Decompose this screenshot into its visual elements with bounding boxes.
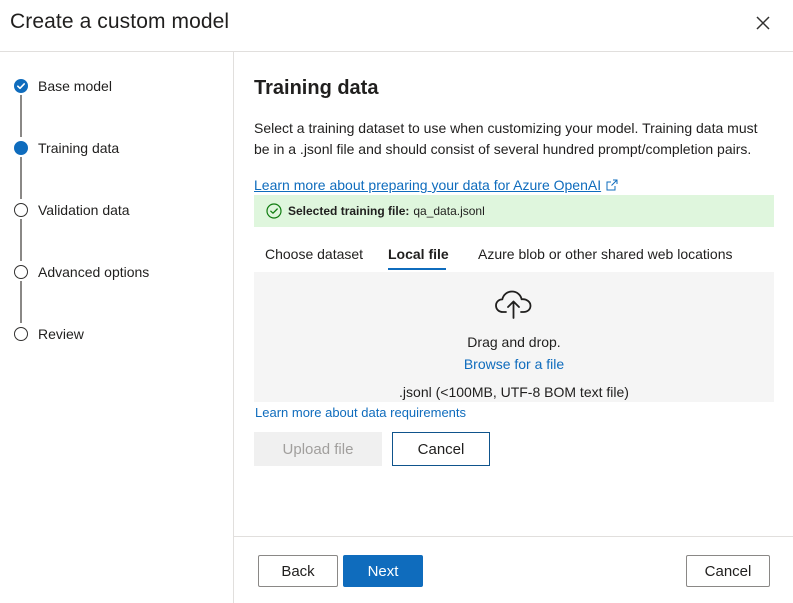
step-label: Validation data	[38, 202, 130, 218]
selected-file-label: Selected training file:	[288, 204, 410, 218]
cloud-upload-icon	[495, 290, 532, 319]
selected-file-banner: Selected training file: qa_data.jsonl	[254, 195, 774, 227]
dialog-title: Create a custom model	[10, 10, 230, 33]
wizard-steps: Base model Training data Validation data…	[0, 52, 234, 603]
cancel-button[interactable]: Cancel	[686, 555, 770, 587]
learn-more-link-text: Learn more about preparing your data for…	[254, 177, 602, 193]
main-panel: Training data Select a training dataset …	[234, 52, 793, 603]
step-validation-data[interactable]: Validation data	[14, 200, 130, 220]
browse-file-link[interactable]: Browse for a file	[254, 356, 774, 372]
tab-choose-dataset[interactable]: Choose dataset	[265, 238, 363, 270]
filled-circle-icon	[14, 141, 28, 155]
back-button[interactable]: Back	[258, 555, 338, 587]
step-label: Base model	[38, 78, 112, 94]
step-connector	[20, 281, 22, 323]
empty-circle-icon	[14, 327, 28, 341]
close-button[interactable]	[752, 12, 774, 34]
tab-local-file[interactable]: Local file	[388, 238, 449, 270]
step-review[interactable]: Review	[14, 324, 84, 344]
dropzone-instruction: Drag and drop.	[467, 334, 561, 350]
empty-circle-icon	[14, 265, 28, 279]
step-label: Review	[38, 326, 84, 342]
create-custom-model-dialog: Create a custom model Base model Trainin…	[0, 0, 793, 603]
step-label: Advanced options	[38, 264, 150, 280]
tab-azure-blob[interactable]: Azure blob or other shared web locations	[478, 238, 732, 270]
cancel-upload-button[interactable]: Cancel	[392, 432, 490, 466]
section-title: Training data	[254, 77, 379, 99]
dialog-header: Create a custom model	[0, 0, 793, 52]
check-circle-icon	[266, 203, 282, 219]
active-tab-indicator	[388, 268, 446, 270]
next-button[interactable]: Next	[343, 555, 423, 587]
selected-file-value: qa_data.jsonl	[413, 204, 485, 218]
step-connector	[20, 219, 22, 261]
empty-circle-icon	[14, 203, 28, 217]
file-format-hint: .jsonl (<100MB, UTF-8 BOM text file)	[399, 384, 629, 400]
file-dropzone[interactable]: Drag and drop. Browse for a file .jsonl …	[254, 272, 774, 402]
upload-file-button[interactable]: Upload file	[254, 432, 382, 466]
step-connector	[20, 157, 22, 199]
step-advanced-options[interactable]: Advanced options	[14, 262, 149, 282]
step-training-data[interactable]: Training data	[14, 138, 119, 158]
learn-more-link[interactable]: Learn more about preparing your data for…	[254, 177, 618, 193]
step-connector	[20, 95, 22, 137]
step-label: Training data	[38, 140, 120, 156]
dialog-footer: Back Next Cancel	[234, 536, 793, 603]
check-circle-icon	[14, 79, 28, 93]
external-link-icon	[606, 179, 618, 191]
step-base-model[interactable]: Base model	[14, 76, 112, 96]
data-requirements-link[interactable]: Learn more about data requirements	[255, 405, 466, 420]
source-tabs: Choose dataset Local file Azure blob or …	[254, 238, 774, 274]
close-icon	[756, 16, 770, 30]
description-text: Select a training dataset to use when cu…	[254, 120, 758, 157]
